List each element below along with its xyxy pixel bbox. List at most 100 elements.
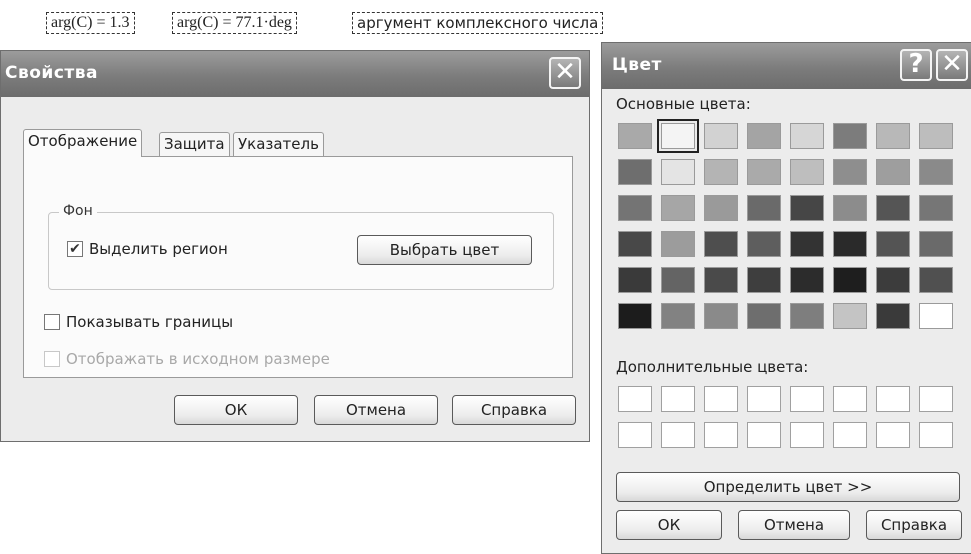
color-swatch[interactable] <box>618 195 652 221</box>
color-swatch[interactable] <box>876 231 910 257</box>
ok-button[interactable]: ОК <box>174 395 298 425</box>
dialog-title: Цвет <box>612 55 662 75</box>
color-swatch[interactable] <box>704 231 738 257</box>
color-swatch[interactable] <box>747 195 781 221</box>
color-swatch[interactable] <box>790 267 824 293</box>
color-swatch[interactable] <box>876 195 910 221</box>
tab-protection[interactable]: Защита <box>159 132 230 157</box>
group-title: Фон <box>59 203 97 219</box>
basic-colors-label: Основные цвета: <box>616 95 751 113</box>
color-swatch[interactable] <box>661 195 695 221</box>
custom-color-swatch[interactable] <box>661 422 695 448</box>
custom-color-swatch[interactable] <box>618 422 652 448</box>
tab-panel: Фон ✔ Выделить регион Выбрать цвет Показ… <box>23 156 573 378</box>
color-swatch[interactable] <box>704 303 738 329</box>
color-swatch[interactable] <box>790 231 824 257</box>
color-swatch[interactable] <box>790 303 824 329</box>
color-swatch[interactable] <box>790 195 824 221</box>
ok-button[interactable]: ОК <box>616 510 722 540</box>
color-swatch[interactable] <box>790 159 824 185</box>
title-bar: Свойства ✕ <box>1 51 589 97</box>
custom-color-swatch[interactable] <box>876 386 910 412</box>
help-question-icon[interactable]: ? <box>900 49 932 81</box>
close-icon[interactable]: ✕ <box>936 49 968 81</box>
tab-display[interactable]: Отображение <box>23 129 143 157</box>
color-swatch[interactable] <box>747 267 781 293</box>
custom-color-swatch[interactable] <box>833 422 867 448</box>
color-swatch[interactable] <box>919 159 953 185</box>
custom-color-swatch[interactable] <box>833 386 867 412</box>
custom-color-swatch[interactable] <box>919 422 953 448</box>
color-swatch[interactable] <box>618 267 652 293</box>
color-swatch[interactable] <box>876 123 910 149</box>
color-swatch[interactable] <box>919 231 953 257</box>
cancel-button[interactable]: Отмена <box>738 510 850 540</box>
color-swatch[interactable] <box>704 195 738 221</box>
custom-colors-label: Дополнительные цвета: <box>616 358 809 376</box>
color-dialog: Цвет ? ✕ Основные цвета: Дополнительные … <box>601 42 971 554</box>
color-swatch[interactable] <box>876 267 910 293</box>
custom-color-swatch[interactable] <box>704 386 738 412</box>
show-borders-label: Показывать границы <box>66 313 234 331</box>
color-swatch[interactable] <box>661 303 695 329</box>
color-swatch[interactable] <box>618 159 652 185</box>
color-swatch[interactable] <box>747 159 781 185</box>
custom-color-swatch[interactable] <box>704 422 738 448</box>
original-size-label: Отображать в исходном размере <box>66 350 330 368</box>
color-swatch[interactable] <box>833 195 867 221</box>
custom-color-swatch[interactable] <box>747 386 781 412</box>
highlight-region-checkbox[interactable]: ✔ <box>67 241 83 257</box>
color-swatch[interactable] <box>747 231 781 257</box>
color-swatch[interactable] <box>919 195 953 221</box>
color-swatch[interactable] <box>833 123 867 149</box>
color-swatch[interactable] <box>704 159 738 185</box>
color-swatch[interactable] <box>618 303 652 329</box>
color-swatch[interactable] <box>661 159 695 185</box>
help-button[interactable]: Справка <box>452 395 576 425</box>
color-swatch[interactable] <box>704 123 738 149</box>
custom-colors-grid <box>618 386 962 456</box>
custom-color-swatch[interactable] <box>661 386 695 412</box>
tab-pointer[interactable]: Указатель <box>233 132 324 157</box>
original-size-checkbox <box>44 351 60 367</box>
color-swatch[interactable] <box>833 303 867 329</box>
color-swatch[interactable] <box>876 159 910 185</box>
background-group: Фон ✔ Выделить регион Выбрать цвет <box>48 203 554 290</box>
color-swatch[interactable] <box>618 231 652 257</box>
color-swatch[interactable] <box>657 119 699 153</box>
custom-color-swatch[interactable] <box>919 386 953 412</box>
help-button[interactable]: Справка <box>866 510 962 540</box>
custom-color-swatch[interactable] <box>876 422 910 448</box>
color-swatch[interactable] <box>919 267 953 293</box>
dialog-title: Свойства <box>5 63 98 83</box>
color-swatch[interactable] <box>833 267 867 293</box>
show-borders-checkbox[interactable] <box>44 314 60 330</box>
color-swatch[interactable] <box>919 303 953 329</box>
math-arg-degrees: arg(C) = 77.1·deg <box>172 12 297 34</box>
text-annotation: аргумент комплексного числа <box>352 12 604 34</box>
close-icon[interactable]: ✕ <box>549 57 581 89</box>
title-bar: Цвет ? ✕ <box>602 43 971 89</box>
color-swatch[interactable] <box>876 303 910 329</box>
custom-color-swatch[interactable] <box>790 386 824 412</box>
color-swatch[interactable] <box>704 267 738 293</box>
basic-colors-grid <box>618 119 962 335</box>
color-swatch[interactable] <box>661 231 695 257</box>
custom-color-swatch[interactable] <box>618 386 652 412</box>
color-swatch[interactable] <box>747 123 781 149</box>
properties-dialog: Свойства ✕ Отображение Защита Указатель … <box>0 50 590 442</box>
math-arg-radians: arg(C) = 1.3 <box>46 12 135 34</box>
color-swatch[interactable] <box>833 231 867 257</box>
highlight-region-label: Выделить регион <box>89 240 228 258</box>
define-custom-color-button[interactable]: Определить цвет >> <box>616 472 960 502</box>
cancel-button[interactable]: Отмена <box>314 395 438 425</box>
color-swatch[interactable] <box>747 303 781 329</box>
color-swatch[interactable] <box>919 123 953 149</box>
choose-color-button[interactable]: Выбрать цвет <box>357 235 532 265</box>
color-swatch[interactable] <box>790 123 824 149</box>
custom-color-swatch[interactable] <box>747 422 781 448</box>
color-swatch[interactable] <box>618 123 652 149</box>
color-swatch[interactable] <box>661 267 695 293</box>
color-swatch[interactable] <box>833 159 867 185</box>
custom-color-swatch[interactable] <box>790 422 824 448</box>
